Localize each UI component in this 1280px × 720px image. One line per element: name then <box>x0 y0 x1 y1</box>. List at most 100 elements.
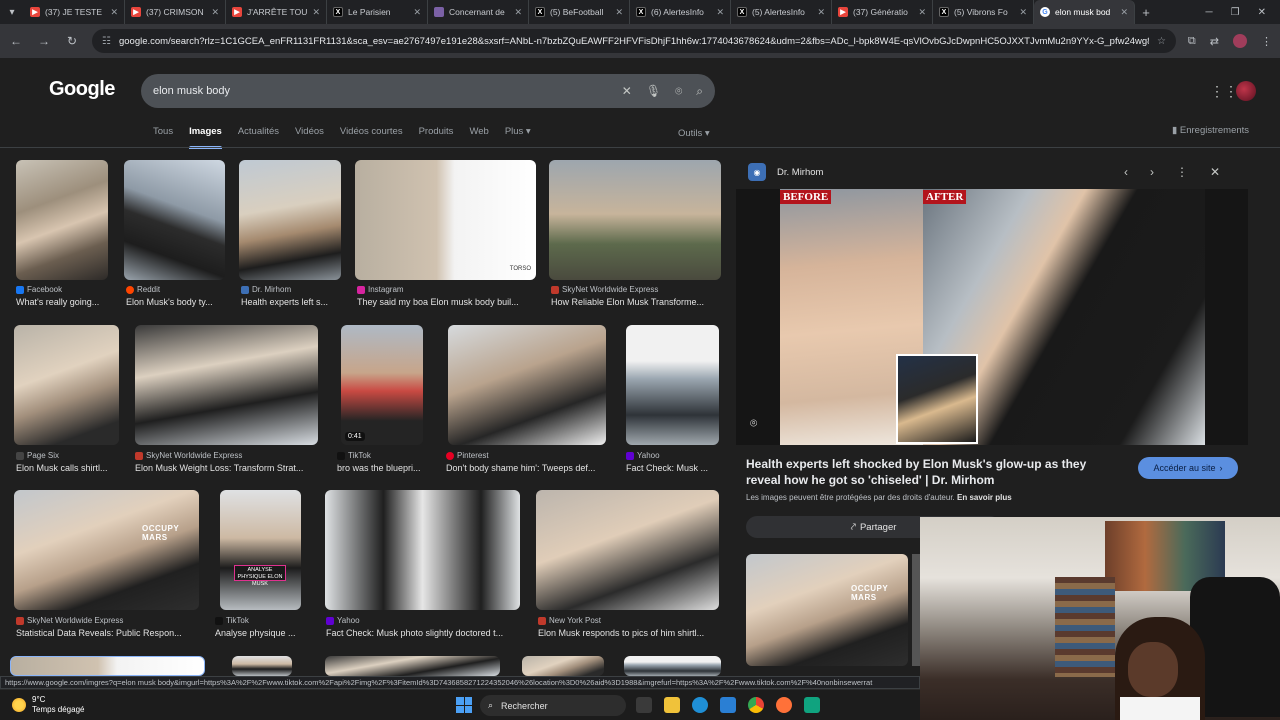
tab-products[interactable]: Produits <box>419 126 454 149</box>
result-source[interactable]: Facebook <box>16 285 62 294</box>
browser-tab[interactable]: X (6) AlertesInfo ✕ <box>630 0 731 24</box>
result-image[interactable] <box>536 490 719 610</box>
browser-tab[interactable]: X (5) Vibrons Fo ✕ <box>933 0 1034 24</box>
app-icon[interactable] <box>804 697 820 713</box>
result-caption[interactable]: Elon Musk calls shirtl... <box>16 463 120 473</box>
result-source[interactable]: TikTok <box>215 616 249 625</box>
browser-tab[interactable]: X (5) BeFootball ✕ <box>529 0 630 24</box>
browser-tab[interactable]: X (5) AlertesInfo ✕ <box>731 0 832 24</box>
store-icon[interactable] <box>720 697 736 713</box>
result-image[interactable] <box>522 656 604 676</box>
result-caption[interactable]: They said my boa Elon musk body buil... <box>357 297 537 307</box>
minimize-icon[interactable]: ─ <box>1206 7 1213 18</box>
tab-close-icon[interactable]: ✕ <box>413 7 421 18</box>
clear-icon[interactable]: ✕ <box>622 84 632 98</box>
weather-widget[interactable]: 9°C Temps dégagé <box>12 695 84 715</box>
result-caption[interactable]: Analyse physique ... <box>215 628 305 638</box>
browser-tab[interactable]: ▶ (37) Génératio ✕ <box>832 0 933 24</box>
tab-all[interactable]: Tous <box>153 126 173 149</box>
close-panel-icon[interactable]: ✕ <box>1210 165 1220 179</box>
browser-tab[interactable]: Concernant de ✕ <box>428 0 529 24</box>
reload-icon[interactable]: ↻ <box>64 34 80 48</box>
result-source[interactable]: Pinterest <box>446 451 489 460</box>
result-image[interactable] <box>16 160 108 280</box>
tab-close-icon[interactable]: ✕ <box>110 7 118 18</box>
result-image[interactable] <box>325 490 520 610</box>
restore-icon[interactable]: ❐ <box>1231 7 1240 18</box>
result-caption[interactable]: Elon Musk's body ty... <box>126 297 226 307</box>
learn-more-link[interactable]: En savoir plus <box>957 493 1012 502</box>
lens-search-icon[interactable]: ⌾ <box>750 416 757 431</box>
new-tab-icon[interactable]: + <box>1135 5 1157 20</box>
browser-menu-icon[interactable]: ⋮ <box>1261 35 1272 48</box>
chrome-icon[interactable] <box>748 697 764 713</box>
profile-switch-icon[interactable]: ⇄ <box>1210 35 1219 48</box>
result-source[interactable]: Instagram <box>357 285 404 294</box>
result-image[interactable] <box>626 325 719 445</box>
microphone-icon[interactable]: 🎙 <box>646 84 661 98</box>
result-source[interactable]: SkyNet Worldwide Express <box>16 616 123 625</box>
tab-close-icon[interactable]: ✕ <box>918 7 926 18</box>
browser-tab[interactable]: ▶ (37) JE TESTE L ✕ <box>24 0 125 24</box>
tab-close-icon[interactable]: ✕ <box>615 7 623 18</box>
browser-tab-active[interactable]: Gelon musk bod ✕ <box>1034 0 1135 24</box>
extensions-icon[interactable]: ⧉ <box>1188 35 1196 48</box>
result-image[interactable]: ANALYSE PHYSIQUE ELON MUSK <box>220 490 301 610</box>
result-caption[interactable]: What's really going... <box>16 297 116 307</box>
visit-site-button[interactable]: Accéder au site › <box>1138 457 1238 479</box>
result-source[interactable]: SkyNet Worldwide Express <box>551 285 658 294</box>
result-caption[interactable]: How Reliable Elon Musk Transforme... <box>551 297 721 307</box>
result-caption[interactable]: Fact Check: Musk photo slightly doctored… <box>326 628 520 638</box>
account-avatar[interactable] <box>1236 81 1256 101</box>
google-logo[interactable]: Google <box>49 78 115 101</box>
result-image[interactable]: OCCUPY MARS <box>14 490 199 610</box>
result-caption[interactable]: bro was the bluepri... <box>337 463 429 473</box>
tab-close-icon[interactable]: ✕ <box>817 7 825 18</box>
result-image[interactable] <box>232 656 292 676</box>
lens-icon[interactable]: ⌾ <box>675 84 682 99</box>
more-options-icon[interactable]: ⋮ <box>1176 165 1188 179</box>
tab-close-icon[interactable]: ✕ <box>211 7 219 18</box>
forward-icon[interactable]: → <box>36 34 52 48</box>
result-image[interactable] <box>549 160 721 280</box>
result-image[interactable] <box>448 325 606 445</box>
result-caption[interactable]: Elon Musk responds to pics of him shirtl… <box>538 628 720 638</box>
result-source[interactable]: Page Six <box>16 451 59 460</box>
search-icon[interactable]: ⌕ <box>696 84 703 99</box>
tab-news[interactable]: Actualités <box>238 126 279 149</box>
next-icon[interactable]: › <box>1150 165 1154 179</box>
result-source[interactable]: Dr. Mirhom <box>241 285 291 294</box>
tab-close-icon[interactable]: ✕ <box>716 7 724 18</box>
tab-short-videos[interactable]: Vidéos courtes <box>340 126 403 149</box>
result-image[interactable] <box>10 656 205 676</box>
panel-source-name[interactable]: Dr. Mirhom <box>777 167 823 178</box>
file-explorer-icon[interactable] <box>664 697 680 713</box>
result-caption[interactable]: Elon Musk Weight Loss: Transform Strat..… <box>135 463 319 473</box>
result-image[interactable] <box>325 656 500 676</box>
tab-close-icon[interactable]: ✕ <box>514 7 522 18</box>
result-source[interactable]: Yahoo <box>326 616 360 625</box>
saved-button[interactable]: ▮ Enregistrements <box>1172 125 1249 136</box>
browser-tab[interactable]: X Le Parisien ✕ <box>327 0 428 24</box>
result-video-thumbnail[interactable]: 0:41 <box>341 325 423 445</box>
result-source[interactable]: New York Post <box>538 616 601 625</box>
result-source[interactable]: Yahoo <box>626 451 660 460</box>
search-input[interactable] <box>153 85 608 97</box>
edge-icon[interactable] <box>692 697 708 713</box>
bookmark-star-icon[interactable]: ☆ <box>1157 36 1166 47</box>
windows-start-icon[interactable] <box>456 697 472 713</box>
result-caption[interactable]: Statistical Data Reveals: Public Respon.… <box>16 628 200 638</box>
taskbar-search[interactable]: ⌕ Rechercher <box>480 695 626 716</box>
google-apps-icon[interactable]: ⋮⋮ <box>1210 83 1238 100</box>
back-icon[interactable]: ← <box>8 34 24 48</box>
tools-button[interactable]: Outils ▾ <box>678 128 710 139</box>
tab-more[interactable]: Plus ▾ <box>505 126 531 149</box>
result-caption[interactable]: Fact Check: Musk ... <box>626 463 720 473</box>
result-image[interactable] <box>124 160 225 280</box>
result-image[interactable]: TORSO <box>355 160 536 280</box>
tab-search-icon[interactable]: ▾ <box>0 0 24 24</box>
browser-tab[interactable]: ▶ J'ARRÊTE TOUT ✕ <box>226 0 327 24</box>
close-window-icon[interactable]: ✕ <box>1258 7 1266 18</box>
task-view-icon[interactable] <box>636 697 652 713</box>
browser-profile-avatar[interactable] <box>1233 34 1247 48</box>
